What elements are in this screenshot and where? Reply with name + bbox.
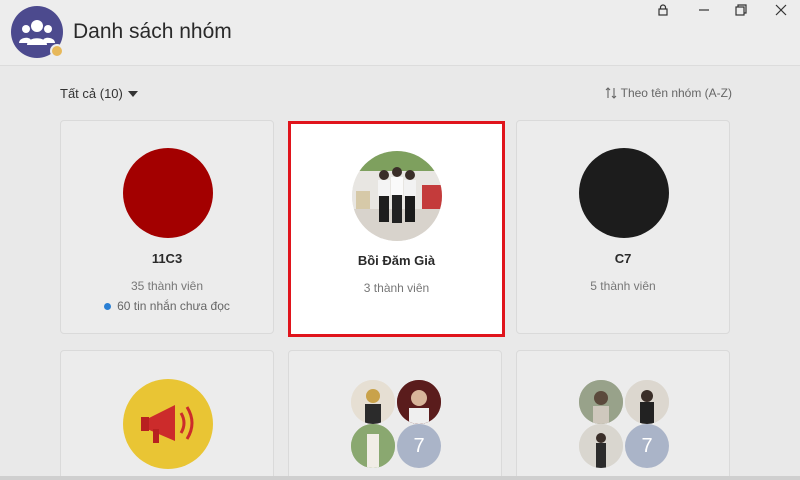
member-count: 35 thành viên: [130, 279, 204, 293]
group-avatar: [123, 379, 213, 469]
restore-icon: [735, 4, 747, 16]
member-photo: [351, 380, 395, 424]
megaphone-icon: [141, 405, 194, 443]
group-avatar: [123, 148, 213, 238]
minimize-button[interactable]: [687, 0, 721, 20]
member-photo: [397, 380, 441, 424]
group-photo: [352, 151, 442, 241]
close-button[interactable]: [764, 0, 798, 20]
group-card[interactable]: 7: [516, 350, 730, 480]
member-avatar: [351, 380, 395, 424]
restore-button[interactable]: [724, 0, 758, 20]
minimize-icon: [699, 9, 709, 11]
group-card-boi-dam-gia[interactable]: Bồi Đăm Già 3 thành viên: [288, 121, 505, 337]
unread-dot-icon: [104, 302, 112, 310]
close-icon: [775, 4, 787, 16]
page-title: Danh sách nhóm: [73, 20, 232, 43]
member-count: 3 thành viên: [363, 281, 430, 295]
group-card-11c3[interactable]: 11C3 35 thành viên 60 tin nhắn chưa đọc: [60, 120, 274, 334]
member-avatar: [625, 380, 669, 424]
lock-icon: [658, 4, 668, 16]
sort-label: Theo tên nhóm (A-Z): [620, 86, 732, 100]
more-members-count: 7: [397, 424, 441, 468]
group-name: C7: [614, 251, 632, 266]
filter-dropdown[interactable]: Tất cả (10): [60, 86, 138, 101]
title-bar: Danh sách nhóm: [0, 0, 800, 66]
member-avatar: [579, 424, 623, 468]
unread-count: 60 tin nhắn chưa đọc: [117, 299, 230, 313]
member-photo: [351, 424, 395, 468]
lock-button[interactable]: [646, 0, 680, 20]
group-photo-avatar: [352, 151, 442, 241]
group-name: 11C3: [151, 251, 183, 266]
member-count: 5 thành viên: [590, 279, 656, 293]
group-avatar: [579, 148, 669, 238]
group-card-c7[interactable]: C7 5 thành viên: [516, 120, 730, 334]
more-members-count: 7: [625, 424, 669, 468]
member-avatar: [579, 380, 623, 424]
member-avatar: [351, 424, 395, 468]
member-photo: [579, 380, 623, 424]
sort-button[interactable]: Theo tên nhóm (A-Z): [605, 86, 732, 100]
group-card[interactable]: 7: [288, 350, 502, 480]
member-photo: [625, 380, 669, 424]
caret-down-icon: [127, 90, 138, 97]
filter-label: Tất cả (10): [60, 86, 123, 101]
users-icon: [19, 20, 55, 45]
sort-icon: [605, 87, 617, 99]
bottom-edge: [0, 476, 800, 480]
member-avatar: [397, 380, 441, 424]
unread-indicator: 60 tin nhắn chưa đọc: [61, 299, 273, 313]
group-card[interactable]: [60, 350, 274, 480]
group-name: Bồi Đăm Già: [357, 253, 436, 268]
status-badge: [50, 44, 64, 58]
member-photo: [579, 424, 623, 468]
